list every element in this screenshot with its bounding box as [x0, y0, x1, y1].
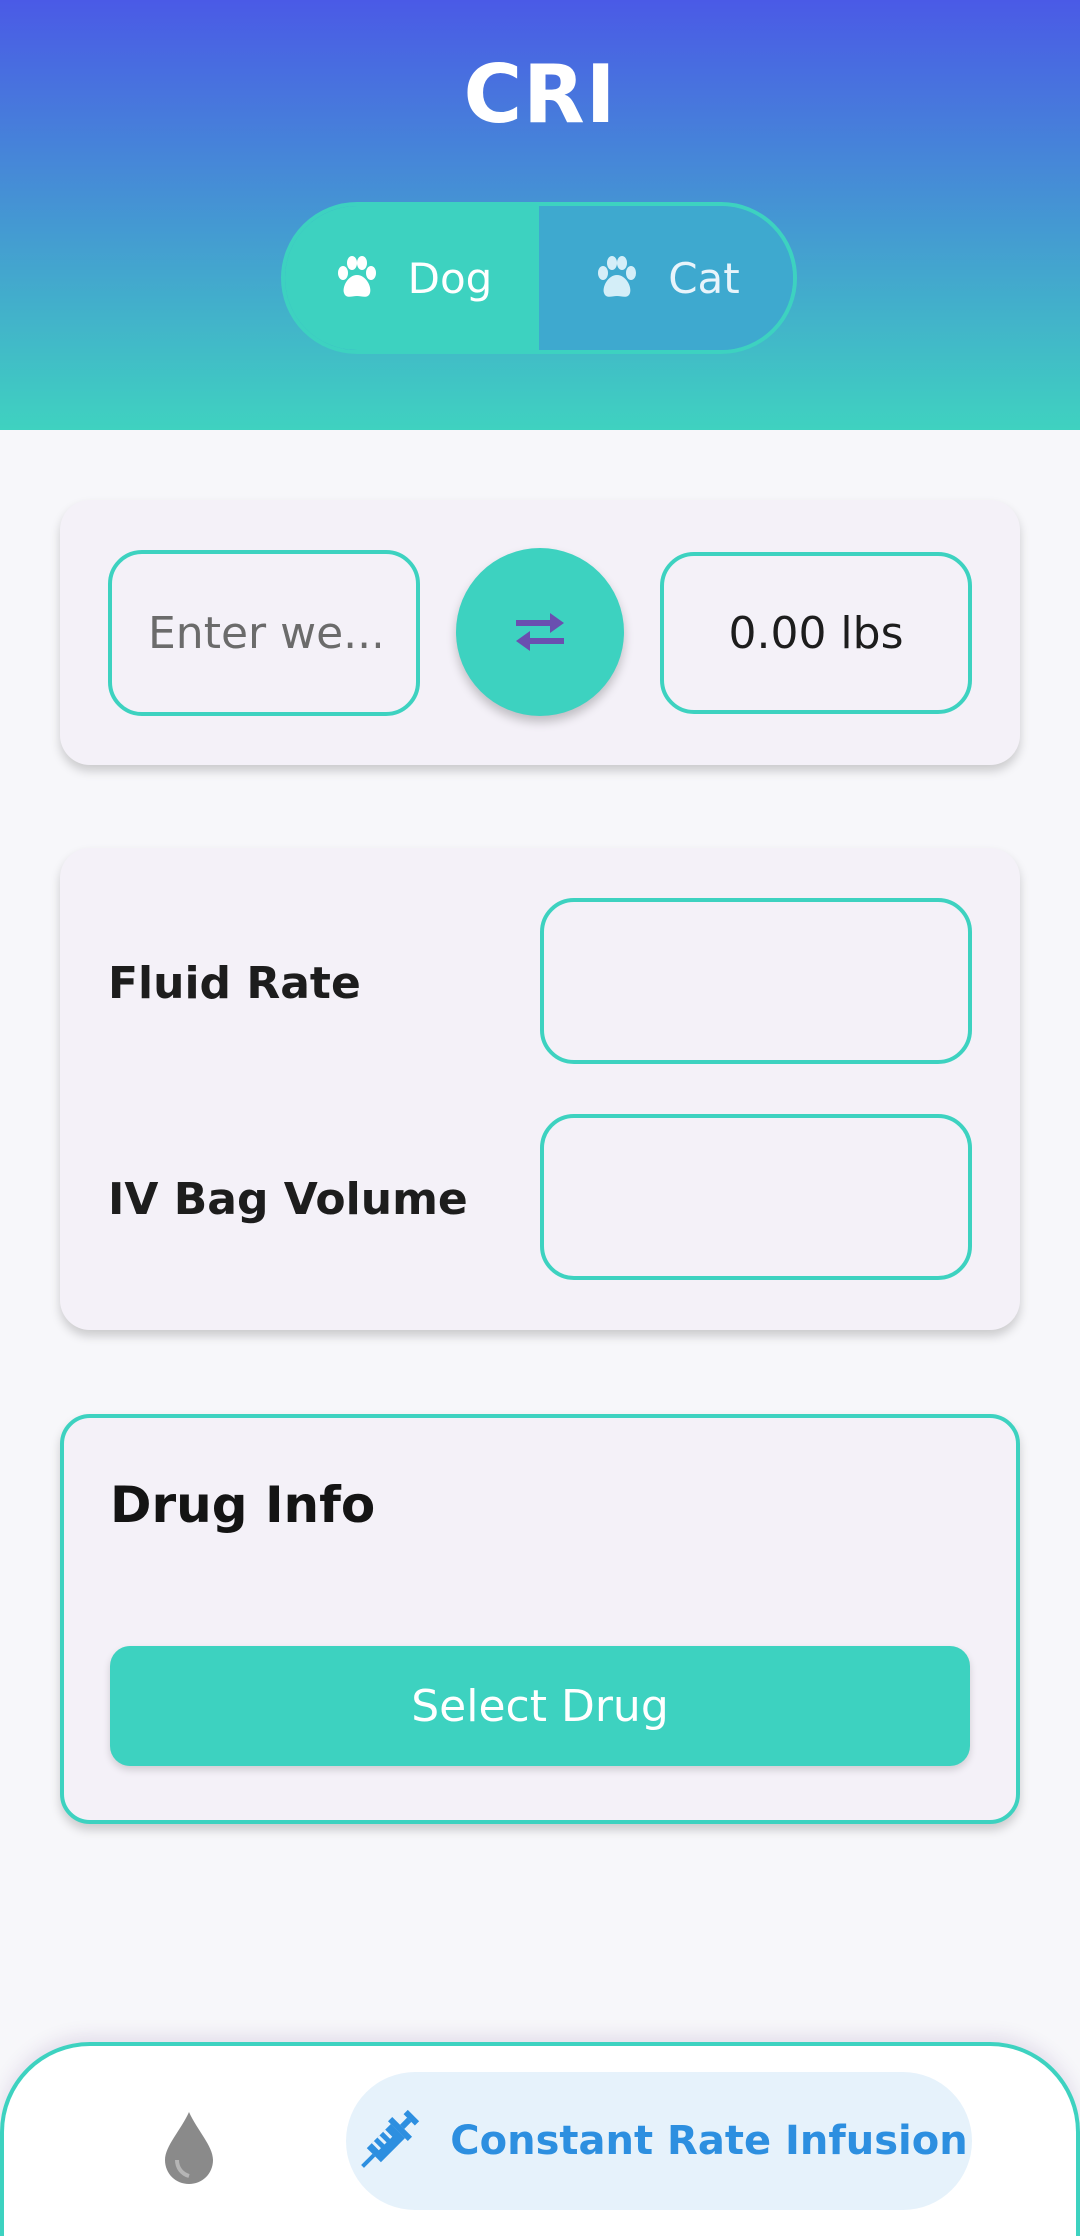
page-title: CRI [463, 48, 617, 141]
fluid-rate-input[interactable] [540, 898, 972, 1064]
fluid-card: Fluid Rate IV Bag Volume [60, 848, 1020, 1330]
weight-result: 0.00 lbs [660, 552, 972, 714]
paw-icon [337, 256, 376, 297]
drug-info-title: Drug Info [110, 1476, 376, 1534]
select-drug-button[interactable]: Select Drug [110, 1646, 970, 1766]
nav-label-constant-rate-infusion: Constant Rate Infusion [450, 2118, 968, 2164]
species-option-dog[interactable]: Dog [285, 206, 539, 350]
iv-bag-volume-input[interactable] [540, 1114, 972, 1280]
bottom-navigation: Constant Rate Infusion [0, 2042, 1080, 2236]
species-toggle[interactable]: Dog Cat [281, 202, 797, 354]
syringe-icon [361, 2109, 420, 2168]
weight-card: 0.00 lbs [60, 500, 1020, 765]
unit-swap-button[interactable] [456, 548, 624, 716]
swap-arrows-icon [516, 613, 564, 651]
nav-item-fluids[interactable] [154, 2106, 224, 2190]
app-header: CRI Dog Cat [0, 0, 1080, 430]
species-label-dog: Dog [407, 253, 493, 303]
nav-item-constant-rate-infusion[interactable]: Constant Rate Infusion [346, 2072, 972, 2210]
paw-icon [598, 256, 637, 297]
water-drop-icon [165, 2112, 213, 2184]
species-option-cat[interactable]: Cat [539, 206, 793, 350]
fluid-rate-label: Fluid Rate [108, 958, 361, 1009]
iv-bag-volume-label: IV Bag Volume [108, 1174, 468, 1225]
species-label-cat: Cat [668, 253, 740, 303]
weight-input[interactable] [108, 550, 420, 716]
drug-info-card: Drug Info Select Drug [60, 1414, 1020, 1824]
